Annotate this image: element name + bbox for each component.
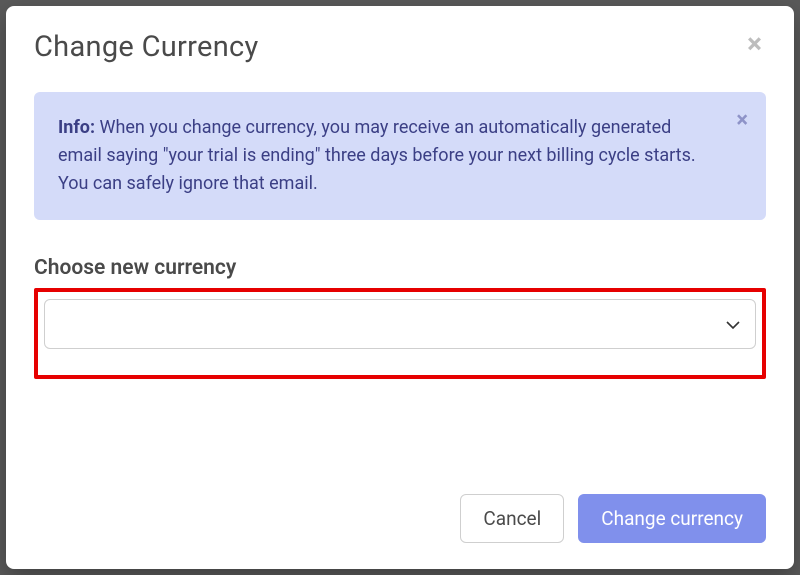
highlight-annotation [34,288,766,379]
modal-title: Change Currency [34,30,259,64]
modal-footer: Cancel Change currency [6,474,794,569]
info-alert: × Info: When you change currency, you ma… [34,92,766,220]
currency-field-label: Choose new currency [34,256,766,280]
info-message: When you change currency, you may receiv… [58,117,696,194]
alert-close-icon[interactable]: × [736,110,748,132]
modal-body: × Info: When you change currency, you ma… [6,76,794,474]
info-label: Info: [58,117,95,138]
modal-header: Change Currency × [6,6,794,76]
currency-select-wrap [44,299,756,349]
currency-select[interactable] [44,299,756,349]
close-icon[interactable]: × [743,30,766,58]
cancel-button[interactable]: Cancel [460,494,564,543]
change-currency-button[interactable]: Change currency [578,494,766,543]
change-currency-modal: Change Currency × × Info: When you chang… [6,6,794,569]
